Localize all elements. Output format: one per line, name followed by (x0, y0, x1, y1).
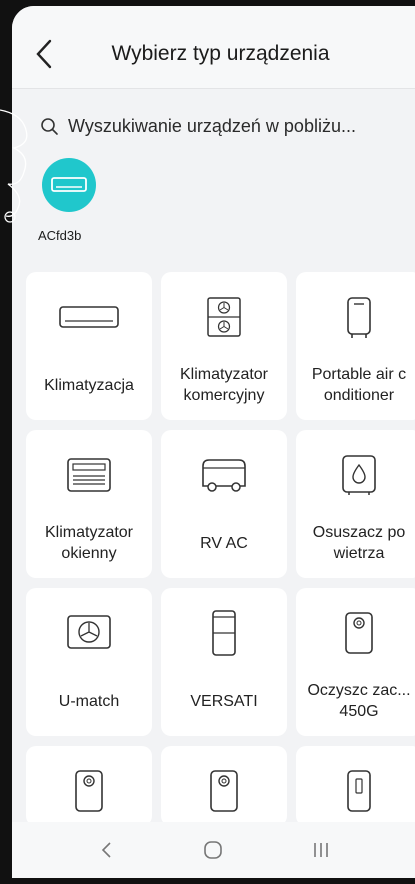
device-card-label: Oczyszc zac... 450G (307, 682, 411, 720)
device-card-label: U-match (58, 692, 120, 710)
annotation-scribble (0, 109, 28, 223)
recents-nav-icon (314, 843, 328, 857)
header: Wybierz typ urządzenia (12, 6, 415, 88)
versati-icon (212, 610, 236, 656)
device-card-partial[interactable] (26, 746, 152, 826)
nav-home-button[interactable] (193, 830, 233, 870)
device-card-oczyszczacz[interactable]: Oczyszc zac... 450G (296, 588, 415, 736)
nearby-device[interactable]: ACfd3b (34, 158, 104, 243)
device-card-label: VERSATI (190, 692, 258, 710)
device-card-rv-ac[interactable]: RV AC (161, 430, 287, 578)
nav-back-button[interactable] (86, 830, 126, 870)
device-card-label: Klimatyzator okienny (44, 524, 134, 562)
device-card-portable-ac[interactable]: Portable air c onditioner (296, 272, 415, 420)
device-card-klimatyzacja[interactable]: Klimatyzacja (26, 272, 152, 420)
device-card-label: RV AC (200, 534, 248, 552)
tower-device-icon (347, 770, 371, 812)
nav-recents-button[interactable] (301, 830, 341, 870)
device-card-klimatyzator-komercyjny[interactable]: Klimatyzator komercyjny (161, 272, 287, 420)
device-card-u-match[interactable]: U-match (26, 588, 152, 736)
back-nav-icon (101, 842, 111, 858)
system-nav-bar (12, 822, 415, 878)
split-ac-icon (51, 177, 87, 192)
app-screen: Wybierz typ urządzenia Wyszukiwanie urzą… (12, 6, 415, 878)
dehumidifier-icon (342, 455, 376, 495)
air-purifier-icon (75, 770, 103, 812)
air-purifier-icon (210, 770, 238, 812)
rv-ac-icon (202, 459, 246, 492)
search-label: Wyszukiwanie urządzeń w pobliżu... (68, 116, 356, 136)
device-card-partial[interactable] (296, 746, 415, 826)
search-icon (41, 117, 58, 135)
device-card-osuszacz[interactable]: Osuszacz po wietrza (296, 430, 415, 578)
commercial-ac-icon (207, 297, 241, 337)
home-nav-icon (204, 841, 223, 859)
device-card-partial[interactable] (161, 746, 287, 826)
device-card-versati[interactable]: VERSATI (161, 588, 287, 736)
window-ac-icon (67, 458, 111, 492)
device-card-label: Portable air c onditioner (311, 366, 407, 404)
nearby-device-name: ACfd3b (38, 228, 82, 243)
nearby-search[interactable]: Wyszukiwanie urządzeń w pobliżu... (40, 116, 356, 137)
page-title: Wybierz typ urządzenia (111, 42, 330, 65)
portable-ac-icon (347, 297, 371, 338)
air-purifier-icon (345, 612, 373, 654)
nearby-device-icon (42, 158, 96, 212)
device-card-label: Klimatyzacja (44, 376, 134, 394)
u-match-icon (67, 615, 111, 649)
device-card-label: Osuszacz po wietrza (312, 524, 406, 562)
device-card-label: Klimatyzator komercyjny (179, 366, 269, 404)
split-ac-icon (59, 306, 119, 328)
header-divider (12, 88, 415, 89)
device-card-klimatyzator-okienny[interactable]: Klimatyzator okienny (26, 430, 152, 578)
